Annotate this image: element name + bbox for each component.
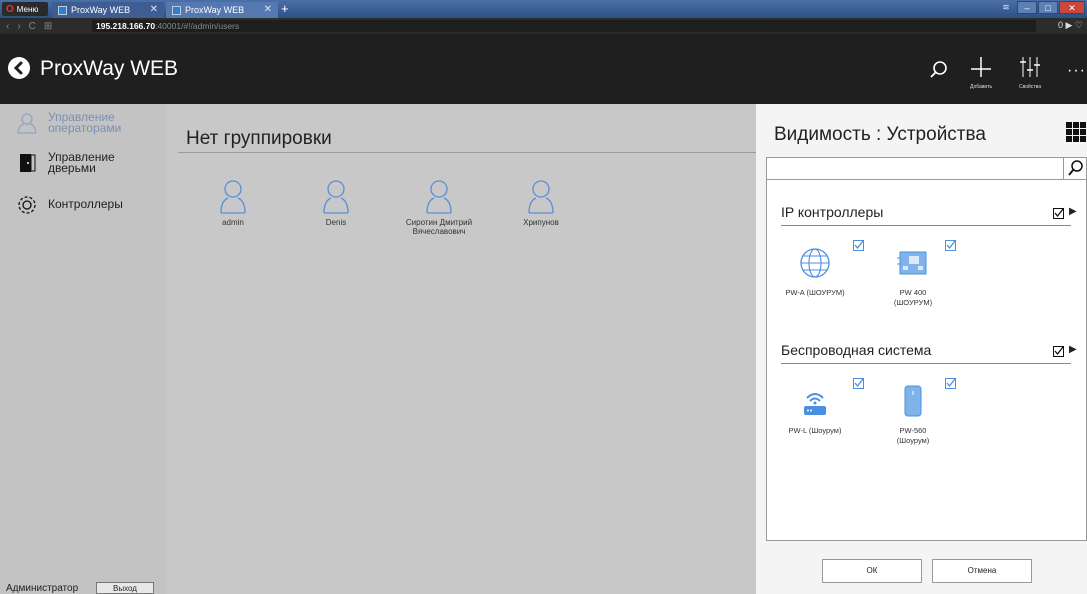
cancel-button[interactable]: Отмена xyxy=(932,559,1032,583)
browser-menu-button[interactable]: O Меню xyxy=(2,2,48,16)
tab-title: ProxWay WEB xyxy=(185,5,245,15)
section-divider xyxy=(781,363,1071,364)
browser-nav-icons[interactable]: ‹›C⊞ xyxy=(6,21,60,32)
close-tab-icon[interactable]: ✕ xyxy=(150,4,158,15)
device-label: PW-A (ШОУРУМ) xyxy=(785,288,845,297)
sidebar-footer: Администратор Выход xyxy=(0,582,166,594)
device-search-button[interactable] xyxy=(1063,158,1087,180)
device-label: PW-560 (Шоурум) xyxy=(896,426,930,445)
favicon-icon xyxy=(58,5,67,15)
device-list-box: IP контроллеры ▶ PW-A (ШОУРУМ) PW 400 (Ш… xyxy=(766,157,1087,541)
user-card[interactable]: Denis xyxy=(291,179,381,227)
maximize-button[interactable]: □ xyxy=(1038,1,1058,14)
properties-caption: Свойства xyxy=(1019,84,1041,90)
search-icon xyxy=(930,61,947,78)
new-tab-button[interactable]: + xyxy=(281,1,289,16)
user-name: Сиротин Дмитрий Вячеславович xyxy=(405,218,473,236)
grid-view-icon[interactable] xyxy=(1066,122,1087,143)
visibility-panel: Видимость : Устройства IP контроллеры ▶ … xyxy=(756,104,1087,594)
back-icon[interactable] xyxy=(8,57,30,79)
sidebar-item-label: Управление операторами xyxy=(48,110,122,135)
device-item[interactable]: PW-560 (Шоурум) xyxy=(873,384,953,446)
device-checkbox[interactable] xyxy=(945,240,956,251)
globe-icon xyxy=(800,248,830,278)
group-title: Нет группировки xyxy=(186,128,332,149)
section-expand-arrow[interactable]: ▶ xyxy=(1069,206,1077,217)
device-item[interactable]: PW-L (Шоурум) xyxy=(775,384,855,436)
device-item[interactable]: PW 400 (ШОУРУМ) xyxy=(873,246,953,308)
more-menu-button[interactable]: ··· xyxy=(1067,62,1086,80)
browser-menu-label: Меню xyxy=(16,4,39,14)
favicon-icon xyxy=(172,5,181,15)
wifi-icon: ≋ xyxy=(1002,2,1010,12)
sidebar-item-controllers[interactable]: Контроллеры xyxy=(16,194,158,216)
add-caption: Добавить xyxy=(970,84,993,90)
section-expand-arrow[interactable]: ▶ xyxy=(1069,344,1077,355)
sidebar-item-operators[interactable]: Управление операторами xyxy=(16,110,158,135)
device-label: PW 400 (ШОУРУМ) xyxy=(893,288,933,307)
header-add-button[interactable]: Добавить xyxy=(970,56,992,90)
browser-tab-bar: O Меню ProxWay WEB ✕ ProxWay WEB ✕ + ≋ – … xyxy=(0,0,1087,18)
device-checkbox[interactable] xyxy=(853,378,864,389)
close-tab-icon[interactable]: ✕ xyxy=(264,4,272,15)
device-label: PW-L (Шоурум) xyxy=(788,426,842,435)
window-controls: ≋ – □ ✕ xyxy=(996,1,1085,14)
door-icon xyxy=(20,154,36,172)
user-card[interactable]: admin xyxy=(188,179,278,227)
app-title: ProxWay WEB xyxy=(40,57,179,80)
opera-logo-icon: O xyxy=(6,3,14,15)
section-checkbox[interactable] xyxy=(1053,346,1064,357)
section-title-ip-controllers: IP контроллеры xyxy=(781,204,884,220)
header-search-button[interactable] xyxy=(929,60,949,85)
minimize-button[interactable]: – xyxy=(1017,1,1037,14)
main-content: Нет группировки admin Denis Сиротин Дмит… xyxy=(166,104,756,594)
tab-title: ProxWay WEB xyxy=(71,5,131,15)
plus-icon xyxy=(971,57,992,77)
logout-button[interactable]: Выход xyxy=(96,582,154,594)
device-checkbox[interactable] xyxy=(853,240,864,251)
user-name: admin xyxy=(222,218,244,227)
search-icon xyxy=(1068,160,1083,176)
user-card[interactable]: Хрипунов xyxy=(496,179,586,227)
device-checkbox[interactable] xyxy=(945,378,956,389)
user-outline-icon xyxy=(426,180,452,214)
url-host: 195.218.166.70 xyxy=(96,21,156,31)
user-card[interactable]: Сиротин Дмитрий Вячеславович xyxy=(394,179,484,236)
wifi-router-icon xyxy=(804,393,826,415)
section-title-wireless: Беспроводная система xyxy=(781,342,932,358)
user-outline-icon xyxy=(17,113,37,134)
close-window-button[interactable]: ✕ xyxy=(1059,1,1085,14)
header-properties-button[interactable]: Свойства xyxy=(1019,56,1041,90)
user-outline-icon xyxy=(323,180,349,214)
app-header: ProxWay WEB Добавить Свойства ··· xyxy=(0,34,1087,104)
reader-icon xyxy=(904,385,922,417)
user-name: Хрипунов xyxy=(523,218,559,227)
browser-tab[interactable]: ProxWay WEB ✕ xyxy=(52,2,164,18)
browser-extensions[interactable]: 0 ▶ ♡ xyxy=(1058,20,1083,31)
board-icon xyxy=(897,251,927,275)
browser-tab-active[interactable]: ProxWay WEB ✕ xyxy=(166,2,278,18)
user-outline-icon xyxy=(528,180,554,214)
browser-address-bar: ‹›C⊞ 195.218.166.70:40001/#!/admin/users… xyxy=(0,18,1087,34)
device-item[interactable]: PW-A (ШОУРУМ) xyxy=(775,246,855,298)
section-divider xyxy=(781,225,1071,226)
ok-button[interactable]: ОК xyxy=(822,559,922,583)
device-search-input[interactable] xyxy=(767,158,1063,180)
sidebar-item-label: Управление дверьми xyxy=(48,150,115,175)
url-field[interactable]: 195.218.166.70:40001/#!/admin/users xyxy=(92,20,1036,32)
url-path: :40001/#!/admin/users xyxy=(155,21,240,31)
section-checkbox[interactable] xyxy=(1053,208,1064,219)
panel-title: Видимость : Устройства xyxy=(774,124,986,145)
group-divider xyxy=(178,152,756,153)
sidebar-item-label: Контроллеры xyxy=(48,197,123,211)
sliders-icon xyxy=(1020,57,1040,77)
current-role-label: Администратор xyxy=(6,583,79,594)
sidebar: Управление операторами Управление дверьм… xyxy=(0,104,166,594)
gear-icon xyxy=(18,196,36,214)
user-outline-icon xyxy=(220,180,246,214)
user-name: Denis xyxy=(325,218,347,227)
sidebar-item-doors[interactable]: Управление дверьми xyxy=(16,150,158,175)
